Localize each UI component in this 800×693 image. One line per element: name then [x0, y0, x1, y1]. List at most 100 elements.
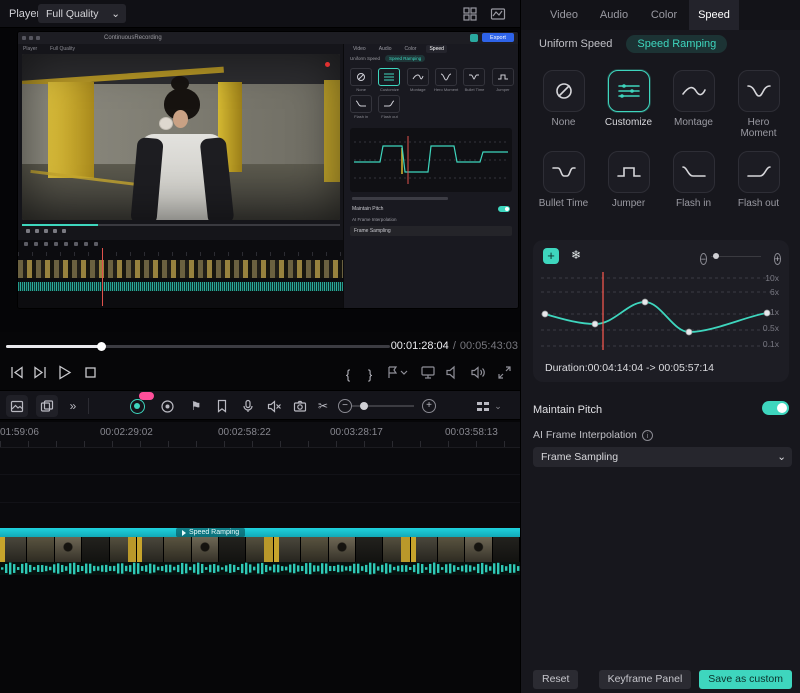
- frame-sampling-select[interactable]: Frame Sampling ⌄: [533, 447, 792, 467]
- vignette: [22, 54, 340, 220]
- recorded-preset: Jumper: [490, 68, 516, 92]
- preset-bullet-time[interactable]: Bullet Time: [531, 151, 596, 209]
- graph-zoom-in-button[interactable]: +: [774, 249, 781, 267]
- layout-icon[interactable]: [462, 6, 478, 22]
- more-tools-chevrons[interactable]: »: [62, 395, 84, 417]
- snapshot-button[interactable]: [289, 395, 311, 417]
- seek-progress: [6, 345, 101, 348]
- recorded-export-button: Export: [482, 33, 514, 42]
- tab-speed[interactable]: Speed: [689, 0, 739, 30]
- recorded-duration-text: [352, 197, 448, 200]
- filmstrip-frame: [164, 537, 191, 562]
- chevron-down-icon: ⌄: [103, 8, 120, 20]
- speed-ramp-label: Speed Ramping: [189, 528, 239, 537]
- previous-frame-button[interactable]: [6, 362, 26, 382]
- ruler-ticks: [0, 441, 520, 447]
- y-axis-label: 6x: [770, 287, 779, 297]
- graph-zoom-out-button[interactable]: −: [700, 249, 707, 267]
- recorded-speed-graph: [350, 128, 512, 192]
- y-axis-label: 10x: [765, 273, 779, 283]
- display-button[interactable]: [418, 362, 438, 382]
- preset-flash-out[interactable]: Flash out: [726, 151, 791, 209]
- filmstrip-frame: [137, 537, 164, 562]
- timeline-ruler[interactable]: 01:59:06 00:02:29:02 00:02:58:22 00:03:2…: [0, 422, 520, 448]
- zoom-slider-knob[interactable]: [360, 402, 368, 410]
- recorded-toggle: [498, 206, 510, 212]
- split-button[interactable]: ✂: [312, 395, 334, 417]
- preset-jumper-icon: [608, 151, 650, 193]
- zoom-in-button[interactable]: +: [418, 395, 440, 417]
- speed-ramping-button[interactable]: [126, 395, 148, 417]
- speed-ramp-strip: Speed Ramping: [0, 528, 520, 537]
- filmstrip-frame: [274, 537, 301, 562]
- filmstrip-frame: [192, 537, 219, 562]
- recorded-filmstrip: [18, 260, 343, 278]
- tab-video[interactable]: Video: [539, 0, 589, 30]
- preset-hero-moment[interactable]: Hero Moment: [726, 70, 791, 139]
- motion-track-button[interactable]: [156, 395, 178, 417]
- preset-customize[interactable]: Customize: [596, 70, 661, 139]
- preset-bullet-time-icon: [543, 151, 585, 193]
- ruler-timestamp: 01:59:06: [0, 427, 39, 438]
- track-manager-button[interactable]: [472, 395, 494, 417]
- mark-in-button[interactable]: {: [338, 364, 358, 384]
- frame-sampling-value: Frame Sampling: [533, 451, 618, 463]
- track-manager-chevron[interactable]: ⌄: [492, 395, 504, 417]
- marker-flag-button[interactable]: ⚑: [185, 395, 207, 417]
- graph-zoom-knob[interactable]: [713, 253, 719, 259]
- maintain-pitch-label: Maintain Pitch: [533, 404, 602, 416]
- player-toolbar: Player Full Quality ⌄: [0, 0, 520, 28]
- recorded-subtabs: Uniform Speed Speed Ramping: [350, 55, 425, 62]
- recorded-preset: None: [348, 68, 374, 92]
- zoom-slider[interactable]: [352, 405, 414, 407]
- speed-ramp-icon: [182, 530, 186, 536]
- recorded-app-frame: ContinuousRecording Export Player Full Q…: [18, 32, 518, 308]
- preset-none[interactable]: None: [531, 70, 596, 139]
- speed-curve-plot[interactable]: [539, 270, 773, 352]
- info-icon[interactable]: i: [642, 430, 653, 441]
- effects-button[interactable]: [36, 395, 58, 417]
- keyframe-panel-button[interactable]: Keyframe Panel: [599, 670, 692, 689]
- voiceover-mic-button[interactable]: [237, 395, 259, 417]
- next-frame-button[interactable]: [30, 362, 50, 382]
- stop-button[interactable]: [80, 362, 100, 382]
- toolbar-divider: [88, 398, 89, 414]
- speed-ramp-chip[interactable]: Speed Ramping: [176, 528, 245, 537]
- maintain-pitch-toggle[interactable]: [762, 401, 789, 415]
- preset-customize-icon: [608, 70, 650, 112]
- video-clip[interactable]: Speed Ramping: [0, 528, 520, 575]
- fullscreen-button[interactable]: [494, 362, 514, 382]
- tab-color[interactable]: Color: [639, 0, 689, 30]
- recorded-timeline-tools: [24, 242, 98, 246]
- marker-dropdown-button[interactable]: [384, 362, 410, 382]
- reset-button[interactable]: Reset: [533, 670, 578, 689]
- recorded-transport-icons: [26, 229, 66, 233]
- preset-montage[interactable]: Montage: [661, 70, 726, 139]
- seek-knob[interactable]: [97, 342, 106, 351]
- freeze-frame-icon[interactable]: ❄: [571, 248, 581, 262]
- recorded-tab: Color: [402, 45, 420, 53]
- bookmark-button[interactable]: [211, 395, 233, 417]
- media-button[interactable]: [6, 395, 28, 417]
- transport-controls: { }: [0, 356, 520, 388]
- speaker-icon[interactable]: [443, 362, 463, 382]
- tab-audio[interactable]: Audio: [589, 0, 639, 30]
- subtab-uniform-speed[interactable]: Uniform Speed: [539, 38, 612, 50]
- preset-flash-in[interactable]: Flash in: [661, 151, 726, 209]
- filmstrip-frame: [246, 537, 273, 562]
- ai-interpolation-row: AI Frame Interpolation i: [533, 429, 653, 441]
- save-as-custom-button[interactable]: Save as custom: [699, 670, 792, 689]
- recorded-speed-panel: Video Audio Color Speed Uniform Speed Sp…: [343, 44, 518, 308]
- add-keyframe-button[interactable]: +: [543, 248, 559, 264]
- filmstrip-frame: [411, 537, 438, 562]
- empty-track-area[interactable]: [0, 448, 520, 528]
- subtab-speed-ramping[interactable]: Speed Ramping: [626, 35, 727, 53]
- quality-selector[interactable]: Full Quality ⌄: [38, 4, 126, 23]
- preset-jumper[interactable]: Jumper: [596, 151, 661, 209]
- mute-button[interactable]: [263, 395, 285, 417]
- playhead-slider[interactable]: [6, 345, 390, 348]
- mark-out-button[interactable]: }: [360, 364, 380, 384]
- scopes-icon[interactable]: [490, 6, 506, 22]
- volume-icon[interactable]: [468, 362, 488, 382]
- play-button[interactable]: [54, 362, 74, 382]
